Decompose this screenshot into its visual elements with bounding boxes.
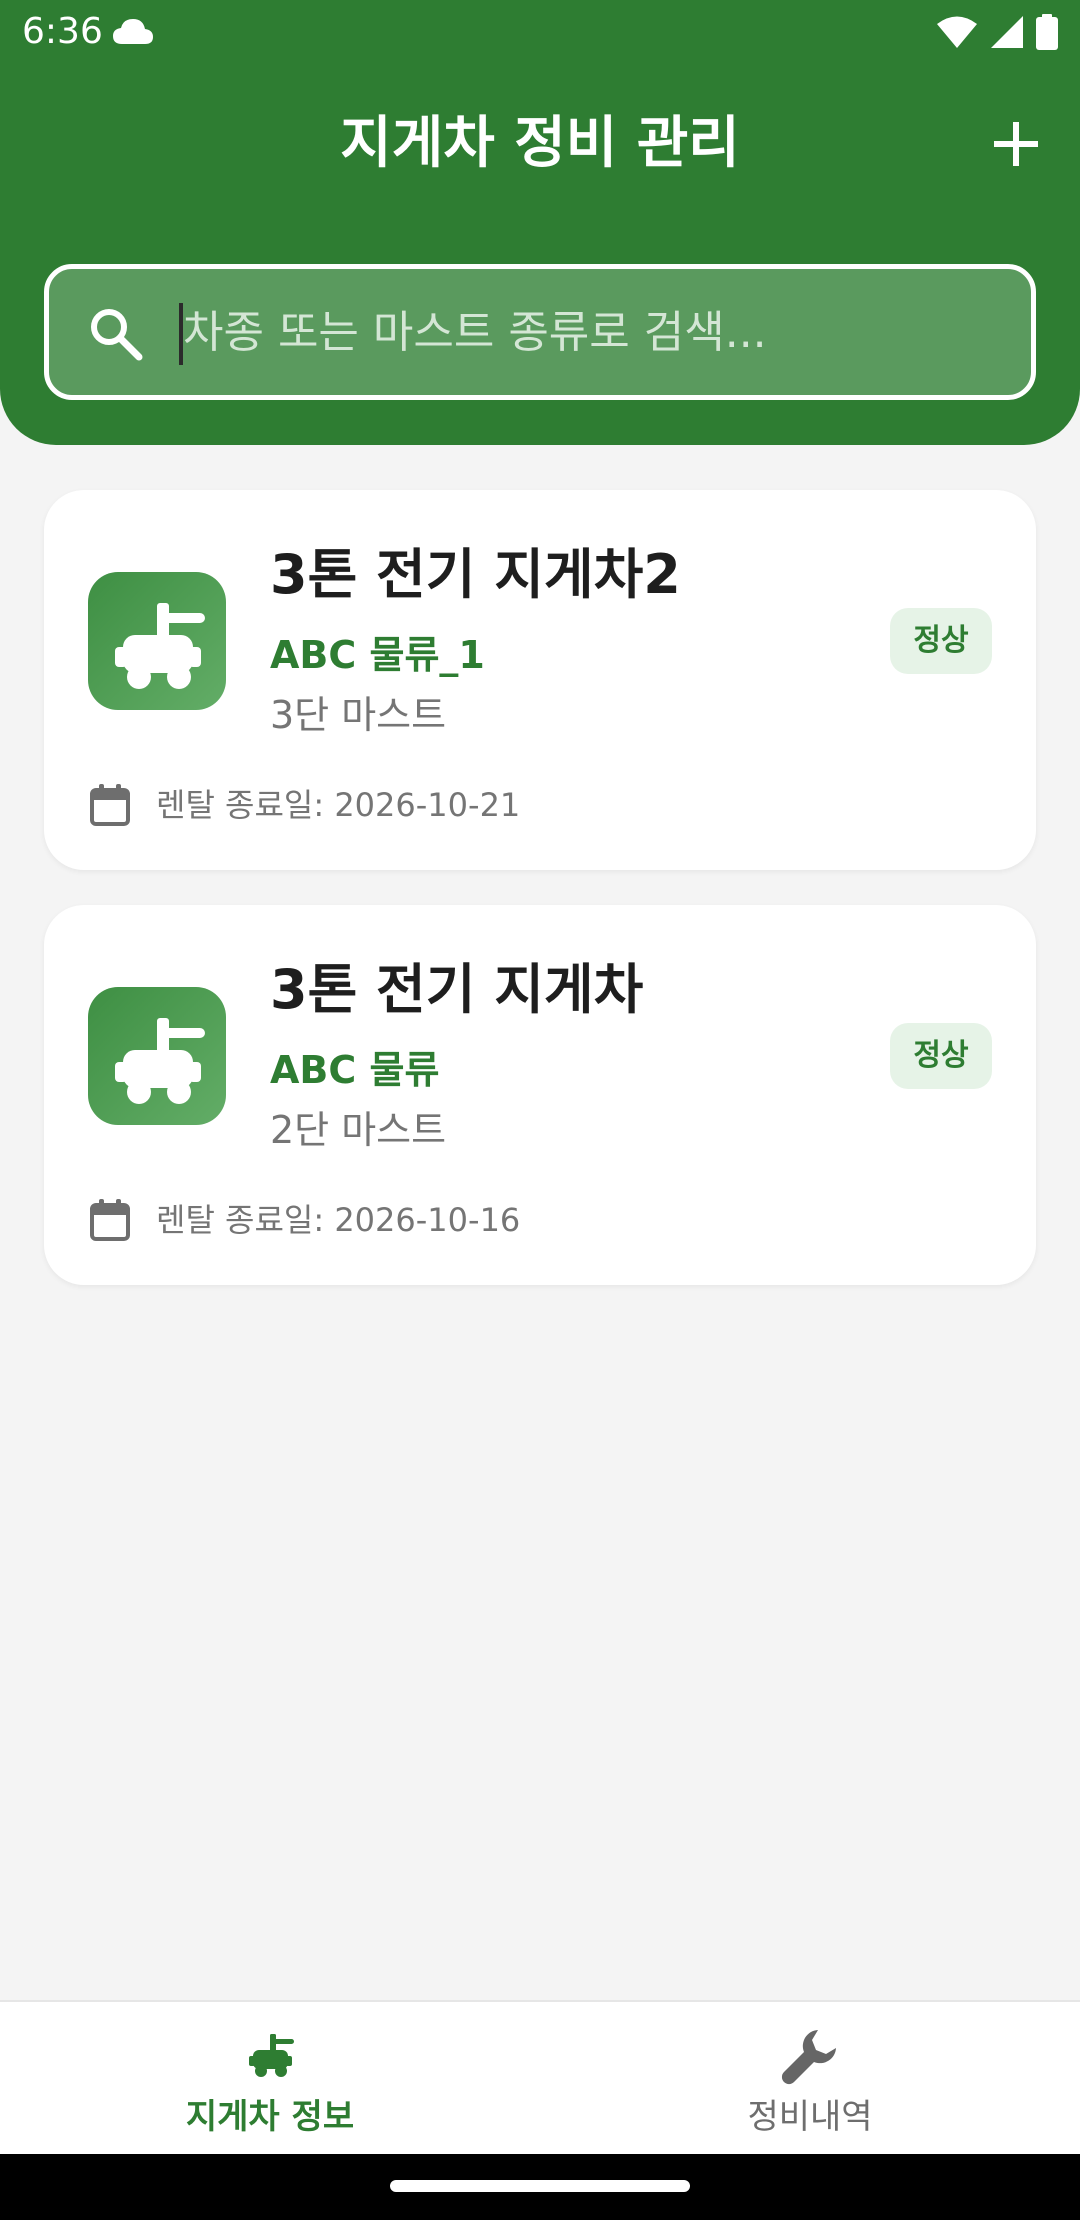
forklift-mast-type: 2단 마스트 (270, 1108, 447, 1152)
status-badge: 정상 (890, 608, 992, 674)
rental-end-date-text: 렌탈 종료일: 2026-10-21 (156, 786, 521, 824)
calendar-icon (90, 1199, 130, 1241)
search-input[interactable] (183, 269, 1003, 395)
search-bar[interactable] (44, 264, 1036, 400)
header: 6:36 지게차 정비 관리 (0, 0, 1080, 445)
status-badge: 정상 (890, 1023, 992, 1089)
home-gesture-handle[interactable] (390, 2180, 690, 2192)
forklift-company: ABC 물류_1 (270, 633, 485, 677)
cloud-icon (113, 19, 153, 44)
nav-item-maintenance-history[interactable]: 정비내역 (540, 2002, 1080, 2154)
app-screen: 6:36 지게차 정비 관리 차종 또는 마스트 종류로 검색... 3톤 전기… (0, 0, 1080, 2220)
calendar-icon (90, 784, 130, 826)
forklift-card[interactable]: 3톤 전기 지게차2 ABC 물류_1 3단 마스트 정상 렌탈 종료일: 20… (44, 490, 1036, 870)
nav-label-forklift-info: 지게차 정보 (185, 2097, 355, 2137)
bottom-navigation: 지게차 정보 정비내역 (0, 2000, 1080, 2154)
status-icons (936, 14, 1058, 50)
plus-icon (994, 122, 1038, 166)
nav-label-maintenance-history: 정비내역 (747, 2097, 873, 2137)
status-bar: 6:36 (0, 0, 1080, 66)
nav-item-forklift-info[interactable]: 지게차 정보 (0, 2002, 540, 2154)
status-time: 6:36 (22, 11, 103, 52)
forklift-name: 3톤 전기 지게차 (270, 958, 644, 1021)
forklift-card[interactable]: 3톤 전기 지게차 ABC 물류 2단 마스트 정상 렌탈 종료일: 2026-… (44, 905, 1036, 1285)
wrench-icon (778, 2024, 842, 2088)
search-icon (91, 309, 143, 361)
rental-end-date: 렌탈 종료일: 2026-10-16 (88, 1195, 520, 1245)
forklift-icon (115, 603, 205, 689)
forklift-icon (115, 1018, 205, 1104)
cellular-signal-icon (991, 16, 1023, 48)
add-forklift-button[interactable] (976, 104, 1056, 184)
forklift-company: ABC 물류 (270, 1048, 440, 1092)
system-navigation-bar (0, 2154, 1080, 2220)
rental-end-date: 렌탈 종료일: 2026-10-21 (88, 780, 520, 830)
battery-icon (1036, 14, 1058, 50)
page-title: 지게차 정비 관리 (340, 111, 740, 176)
forklift-thumbnail (88, 572, 226, 710)
forklift-thumbnail (88, 987, 226, 1125)
forklift-mast-type: 3단 마스트 (270, 693, 447, 737)
wifi-icon (937, 16, 977, 48)
forklift-name: 3톤 전기 지게차2 (270, 543, 681, 606)
rental-end-date-text: 렌탈 종료일: 2026-10-16 (156, 1201, 521, 1239)
forklift-icon (238, 2024, 302, 2088)
